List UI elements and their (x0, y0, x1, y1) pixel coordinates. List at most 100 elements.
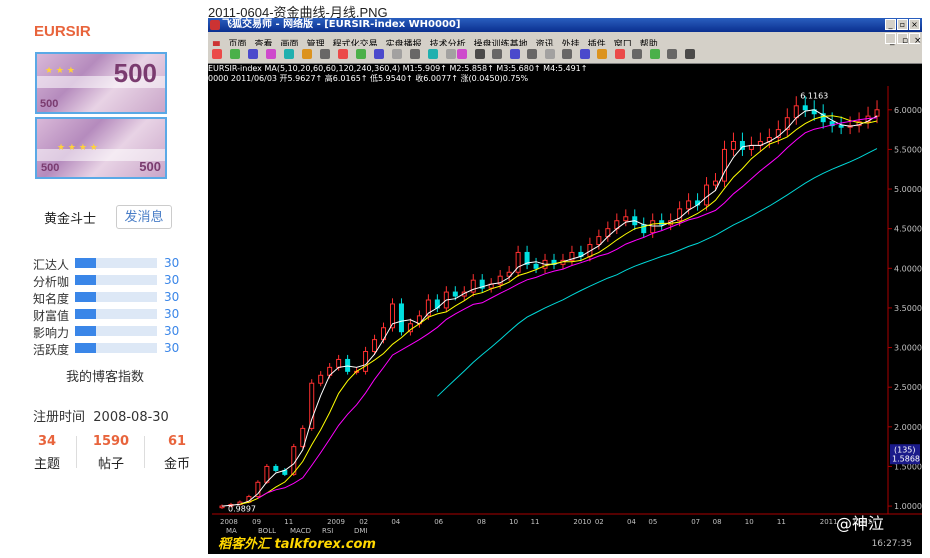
stat-bar (75, 326, 157, 336)
x-tick-label: 10 (745, 518, 754, 526)
toolbar-icon[interactable] (597, 49, 607, 59)
toolbar-icon[interactable] (410, 49, 420, 59)
ma-line-white (221, 109, 878, 507)
minimize-icon[interactable]: _ (885, 19, 896, 30)
toolbar-icon[interactable] (527, 49, 537, 59)
minimize-icon[interactable]: _ (885, 33, 896, 46)
toolbar-icon[interactable] (392, 49, 402, 59)
stat-value[interactable]: 30 (164, 290, 179, 304)
toolbar-icon[interactable] (562, 49, 572, 59)
indicator-tab[interactable]: MA (226, 526, 237, 536)
toolbar-icon[interactable] (428, 49, 438, 59)
stat-bar (75, 258, 157, 268)
ohlc-readout: 0000 2011/06/03 开5.9627↑ 高6.0165↑ 低5.954… (208, 74, 529, 83)
stat-value[interactable]: 30 (164, 307, 179, 321)
toolbar-icon[interactable] (509, 49, 520, 59)
stat-value[interactable]: 30 (164, 341, 179, 355)
toolbar-icon[interactable] (632, 49, 642, 59)
toolbar-icon[interactable] (302, 49, 312, 59)
restore-icon[interactable]: ▫ (897, 33, 908, 46)
close-icon[interactable]: × (909, 33, 922, 46)
toolbar-icon[interactable] (684, 49, 695, 59)
y-tick-label: 2.0000 (894, 423, 922, 432)
nickname: 黄金斗士 (44, 212, 97, 227)
x-tick-label: 04 (627, 518, 636, 526)
stat-value[interactable]: 30 (164, 324, 179, 338)
stat-value[interactable]: 30 (164, 273, 179, 287)
candle-body (452, 291, 458, 297)
x-tick-label: 2010 (573, 518, 591, 526)
x-tick-label: 05 (648, 518, 657, 526)
toolbar-icon[interactable] (492, 49, 502, 59)
stat-row: 知名度 30 (33, 290, 183, 306)
toolbar-icon[interactable] (457, 49, 467, 59)
stat-label: 财富值 (33, 309, 70, 323)
stat-row: 活跃度 30 (33, 341, 183, 357)
toolbar-icon[interactable] (284, 49, 294, 59)
candle-body (838, 125, 844, 128)
registration-date: 注册时间 2008-08-30 (33, 410, 169, 425)
post-count[interactable]: 1590 帖子 (86, 434, 136, 472)
close-icon[interactable]: × (909, 19, 920, 30)
candle-body (704, 184, 710, 206)
candle-body (318, 374, 324, 384)
stat-row: 分析咖 30 (33, 273, 183, 289)
send-message-button[interactable]: 发消息 (116, 205, 172, 229)
candle-body (398, 303, 404, 333)
coin-count[interactable]: 61 金币 (152, 434, 202, 472)
candle-body (623, 216, 629, 222)
toolbar-icon[interactable] (338, 49, 348, 59)
stat-label: 分析咖 (33, 275, 70, 289)
toolbar-icon[interactable] (544, 49, 555, 59)
indicator-tab[interactable]: BOLL (258, 526, 276, 536)
toolbar-icon[interactable] (248, 49, 258, 59)
stat-label: 汇达人 (33, 258, 70, 272)
stat-bar (75, 275, 157, 285)
y-tick-label: 6.0000 (894, 106, 922, 115)
toolbar-icon[interactable] (446, 49, 456, 59)
toolbar-icon[interactable] (374, 49, 384, 59)
stat-row: 影响力 30 (33, 324, 183, 340)
x-tick-label: 04 (391, 518, 400, 526)
stat-bar (75, 309, 157, 319)
candle-body (291, 446, 297, 475)
toolbar-icon[interactable] (230, 49, 240, 59)
restore-icon[interactable]: ▫ (897, 19, 908, 30)
indicator-tab[interactable]: DMI (354, 526, 368, 536)
indicator-tab[interactable]: RSI (322, 526, 333, 536)
toolbar-icon[interactable] (667, 49, 677, 59)
toolbar-icon[interactable] (356, 49, 366, 59)
x-tick-label: 10 (509, 518, 518, 526)
indicator-tab[interactable]: MACD (290, 526, 311, 536)
stat-bar (75, 292, 157, 302)
topic-count[interactable]: 34 主题 (22, 434, 72, 472)
toolbar-icon[interactable] (266, 49, 276, 59)
toolbar-icon[interactable] (614, 49, 625, 59)
y-tick-label: 4.5000 (894, 225, 922, 234)
candle-body (596, 236, 602, 246)
candle-body (730, 140, 736, 150)
y-tick-label: 3.5000 (894, 304, 922, 313)
avatar-banknote-bottom: ★ ★ ★ ★ 500 500 (35, 117, 167, 179)
stat-value[interactable]: 30 (164, 256, 179, 270)
x-tick-label: 06 (434, 518, 443, 526)
toolbar-icon[interactable] (649, 49, 660, 59)
toolbar-icon[interactable] (579, 49, 590, 59)
x-tick-label: 08 (477, 518, 486, 526)
side-count-label: (135) (894, 445, 916, 454)
x-tick-label: 02 (595, 518, 604, 526)
indicator-readout: EURSIR-index MA(5,10,20,60,60,120,240,36… (208, 64, 588, 73)
max-price-label: 6.1163 (800, 91, 828, 100)
y-tick-label: 4.0000 (894, 264, 922, 273)
username[interactable]: EURSIR (34, 23, 91, 40)
toolbar-icon[interactable] (212, 49, 222, 59)
x-tick-label: 2008 (220, 518, 238, 526)
window-title: 飞狐交易师 - 网络版 - [EURSIR-index WH0000] (222, 19, 461, 30)
price-chart[interactable]: 6.0000 5.5000 5.0000 4.5000 4.0000 3.5000 3.00… (208, 62, 922, 526)
candle-body (659, 220, 665, 226)
toolbar-icon[interactable] (320, 49, 330, 59)
stat-label: 知名度 (33, 292, 70, 306)
blog-index-label[interactable]: 我的博客指数 (66, 366, 144, 385)
status-bar: 稻客外汇 talkforex.com 16:27:35 (208, 536, 922, 554)
toolbar-icon[interactable] (474, 49, 485, 59)
